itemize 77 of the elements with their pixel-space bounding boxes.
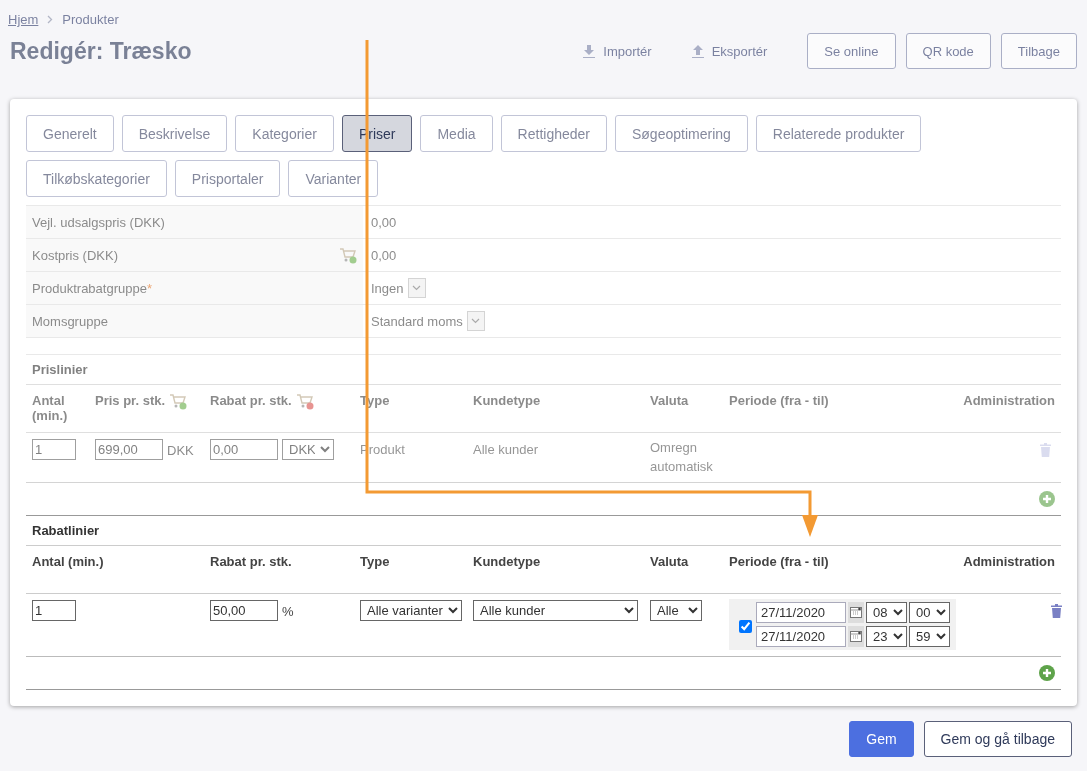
currency-cell-text: Omregn automatisk [649, 439, 714, 476]
discount-input[interactable]: 0,00 [210, 439, 278, 460]
field-value: 0,00 [371, 214, 397, 230]
field-value: Ingen [371, 280, 404, 296]
tab[interactable]: Beskrivelse [121, 115, 228, 152]
tab[interactable]: Media [420, 115, 493, 152]
calendar-icon[interactable] [848, 626, 864, 647]
hour-select[interactable]: 08 [866, 602, 907, 623]
field-value: 0,00 [371, 247, 397, 263]
currency-select[interactable]: Alle [650, 600, 702, 621]
column-header: Valuta [650, 554, 689, 569]
section-title: Prislinier [26, 355, 1061, 385]
calendar-icon[interactable] [848, 602, 864, 623]
field-label: Kostpris (DKK) [32, 247, 118, 263]
cart-add-icon[interactable] [339, 246, 357, 264]
dropdown-button[interactable] [466, 311, 485, 331]
field-label: Momsgruppe [32, 313, 108, 329]
save-button[interactable]: Gem [849, 721, 914, 757]
column-header: Administration [963, 393, 1055, 408]
customer-type-cell-text: Alle kunder [472, 441, 540, 459]
price-input[interactable]: 699,00 [95, 439, 163, 460]
field-label: Produktrabatgruppe* [32, 280, 152, 296]
column-header: Administration [963, 554, 1055, 569]
minute-select[interactable]: 00 [909, 602, 950, 623]
customer-type-select[interactable]: Alle kunder [473, 600, 638, 621]
field-label: Vejl. udsalgspris (DKK) [32, 214, 165, 230]
tab[interactable]: Varianter [288, 160, 379, 197]
unit-label: % [282, 603, 294, 619]
cart-add-icon[interactable] [169, 393, 188, 410]
column-header: Antal (min.) [32, 554, 104, 569]
download-icon [583, 44, 596, 58]
trash-icon[interactable] [1051, 604, 1062, 618]
type-select[interactable]: Alle varianter [360, 600, 462, 621]
header-button[interactable]: Se online [807, 33, 896, 69]
currency-select[interactable]: DKK [282, 439, 334, 460]
column-header: Antal (min.) [32, 393, 69, 423]
discount-input[interactable]: 50,00 [210, 600, 278, 621]
tab[interactable]: Relaterede produkter [755, 115, 922, 152]
header-button[interactable]: QR kode [905, 33, 991, 69]
column-header: Kundetype [473, 554, 541, 569]
chevron-down-icon [412, 285, 422, 291]
chevron-down-icon [471, 318, 481, 324]
tab[interactable]: Rettigheder [500, 115, 607, 152]
save-and-back-button[interactable]: Gem og gå tilbage [923, 721, 1072, 757]
cart-remove-icon[interactable] [295, 393, 314, 410]
column-header: Rabat pr. stk. [210, 393, 292, 408]
chevron-icon [47, 15, 54, 24]
tab[interactable]: Generelt [26, 115, 114, 152]
date-input[interactable]: 27/11/2020 [756, 626, 846, 647]
tab[interactable]: Tilkøbskategorier [26, 160, 167, 197]
tab[interactable]: Kategorier [235, 115, 334, 152]
column-header: Kundetype [473, 393, 541, 408]
currency-label: DKK [167, 442, 194, 458]
toolbar-link[interactable]: Eksportér [691, 43, 768, 59]
upload-icon [691, 44, 704, 58]
tab[interactable]: Prisportaler [174, 160, 281, 197]
breadcrumb-link[interactable]: Hjem [8, 12, 39, 27]
field-value: Standard moms [371, 313, 463, 329]
column-header: Type [360, 554, 390, 569]
quantity-input[interactable]: 1 [32, 439, 76, 460]
add-icon[interactable] [1039, 491, 1055, 507]
header-button[interactable]: Tilbage [1000, 33, 1077, 69]
page-title: Redigér: Træsko [10, 37, 192, 65]
quantity-input[interactable]: 1 [32, 600, 76, 621]
column-header: Periode (fra - til) [729, 554, 829, 569]
toolbar-link[interactable]: Importér [583, 43, 652, 59]
column-header: Rabat pr. stk. [210, 554, 292, 569]
tab[interactable]: Søgeoptimering [615, 115, 748, 152]
date-input[interactable]: 27/11/2020 [756, 602, 846, 623]
dropdown-button[interactable] [407, 278, 426, 298]
column-header: Valuta [650, 393, 689, 408]
minute-select[interactable]: 59 [909, 626, 950, 647]
add-icon[interactable] [1039, 665, 1055, 681]
column-header: Periode (fra - til) [729, 393, 829, 408]
hour-select[interactable]: 23 [866, 626, 907, 647]
breadcrumb-current: Produkter [62, 12, 119, 27]
column-header: Pris pr. stk. [95, 393, 166, 408]
